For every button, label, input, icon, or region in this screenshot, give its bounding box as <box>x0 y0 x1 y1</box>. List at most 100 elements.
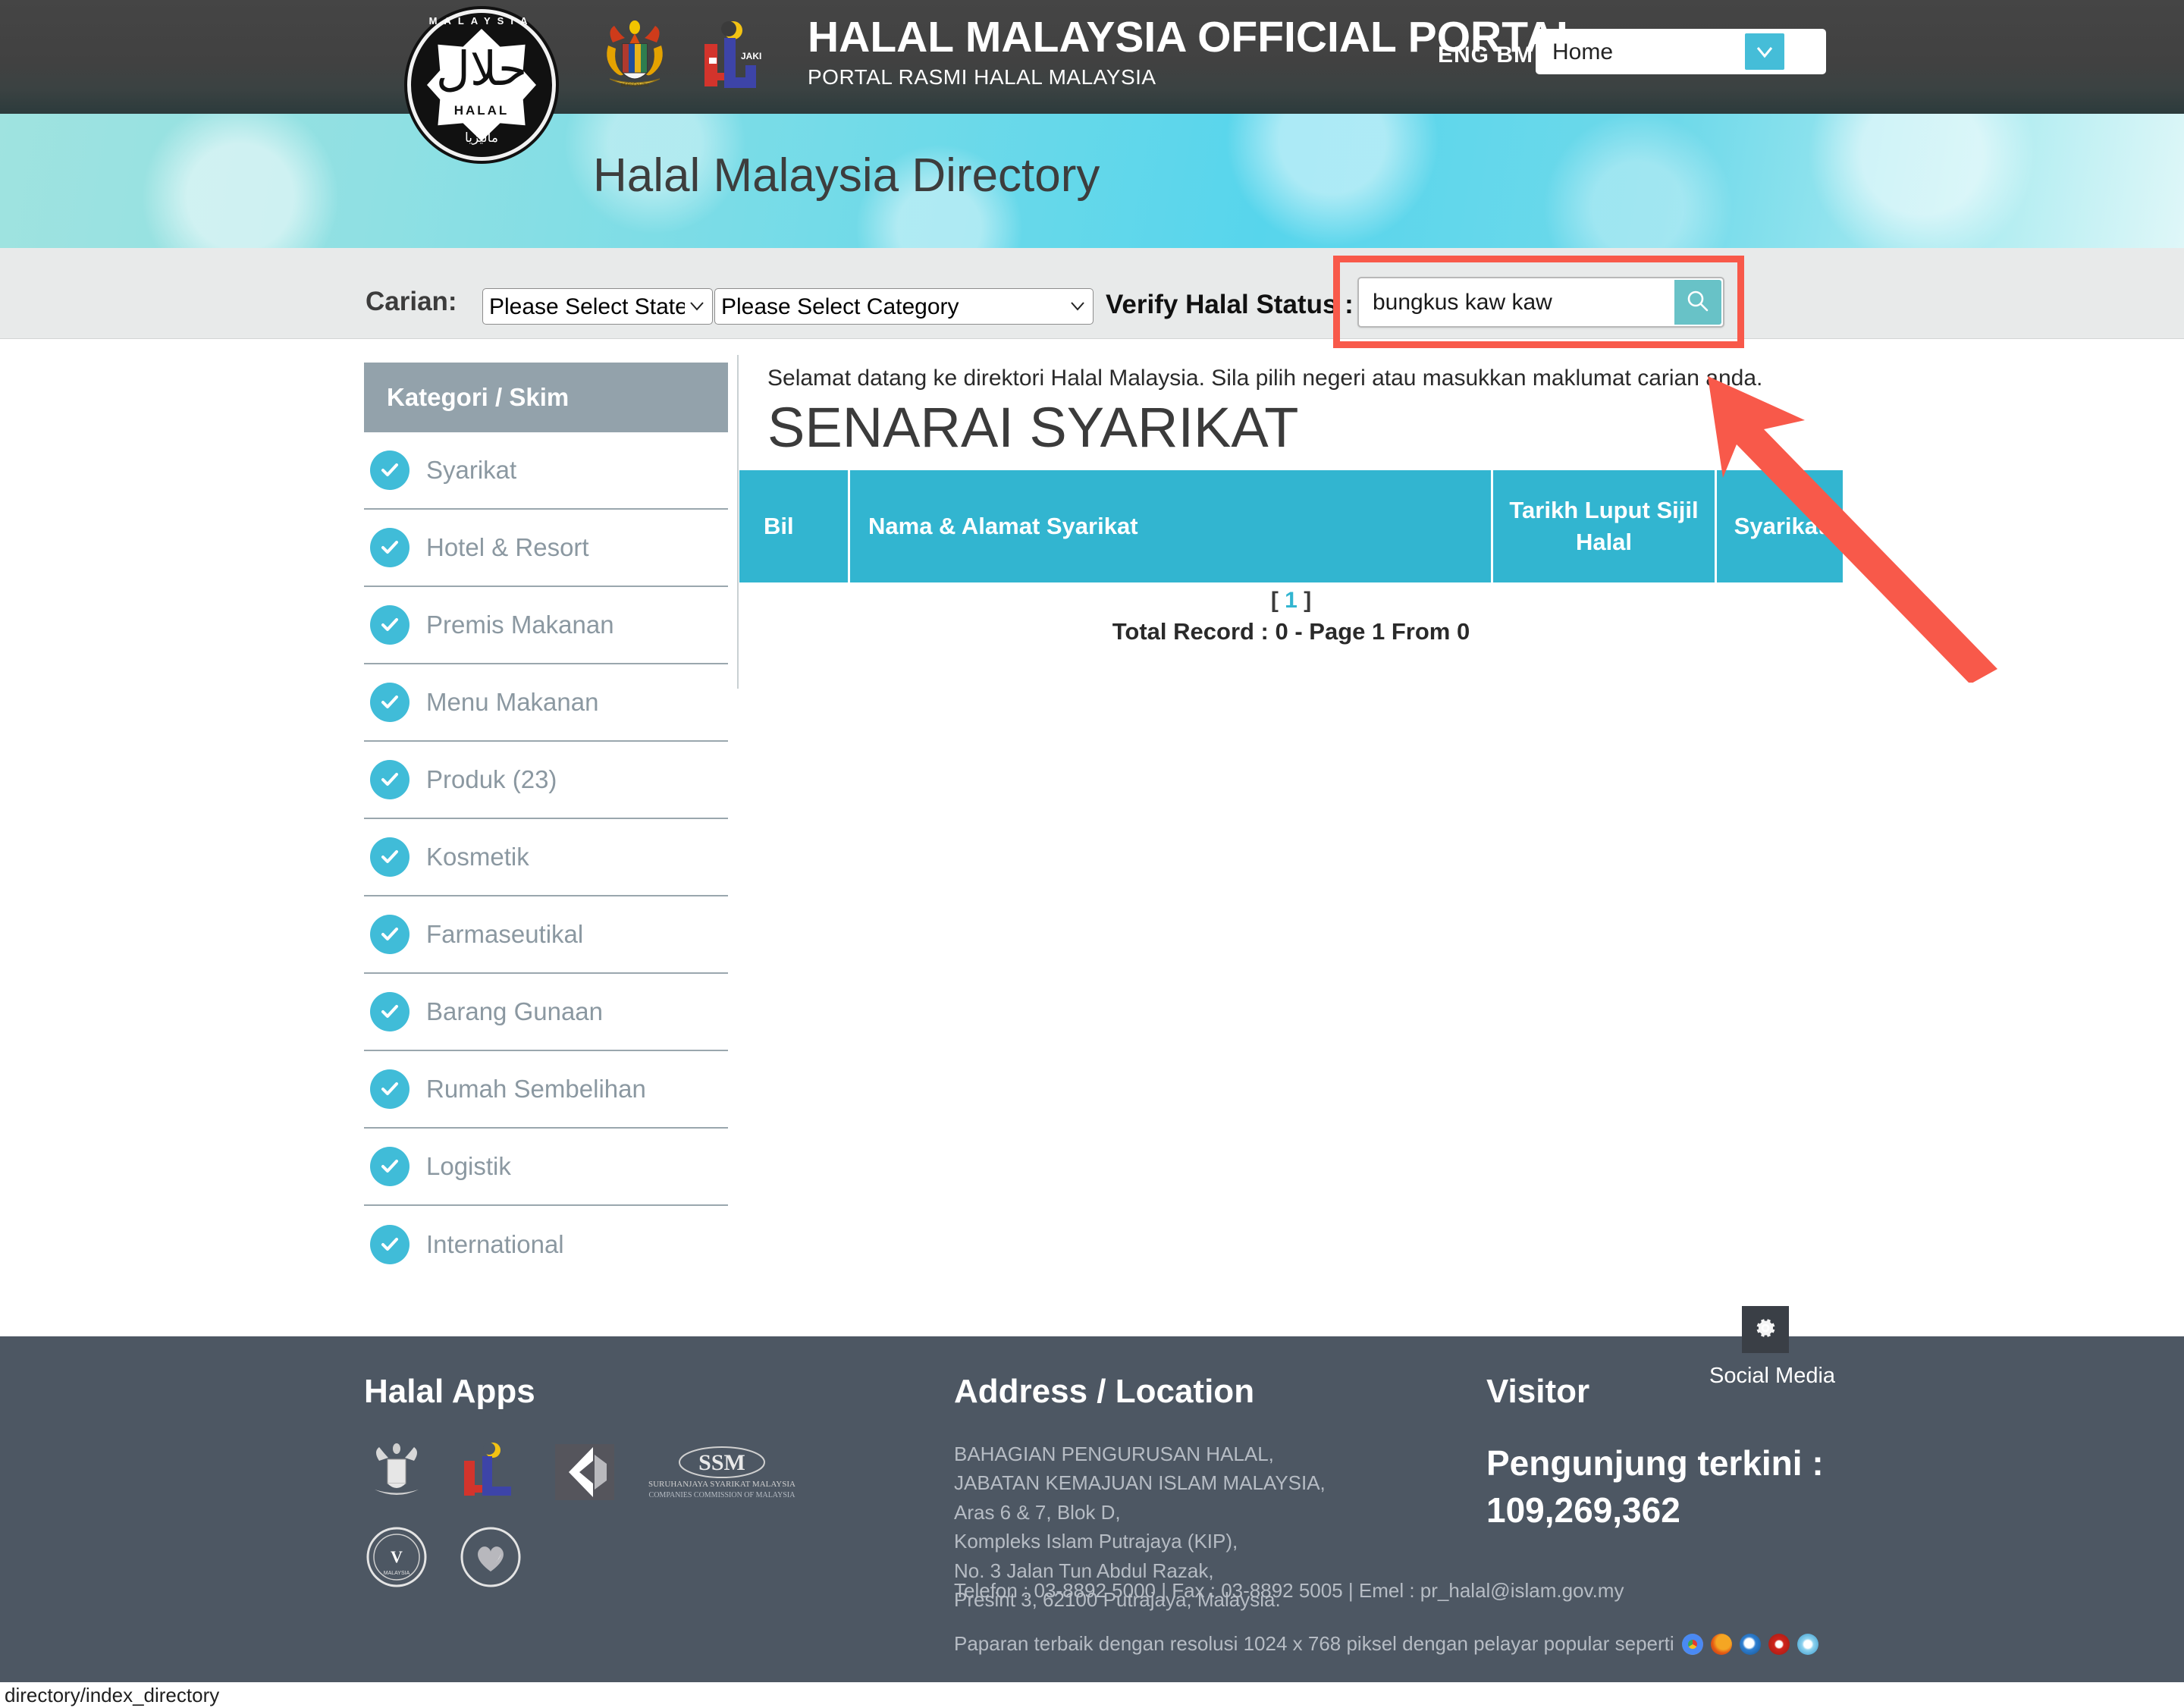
check-circle-icon <box>370 1225 410 1264</box>
total-record-summary: Total Record : 0 - Page 1 From 0 <box>1112 618 1470 645</box>
welcome-message: Selamat datang ke direktori Halal Malays… <box>767 366 1763 391</box>
svg-text:JAKIM: JAKIM <box>741 51 762 61</box>
main-nav-dropdown[interactable]: Home <box>1536 29 1826 74</box>
sidebar-item-label: Logistik <box>426 1152 511 1180</box>
chrome-icon <box>1681 1633 1703 1655</box>
myeg-icon[interactable] <box>552 1440 617 1505</box>
sidebar-item-barang-gunaan[interactable]: Barang Gunaan <box>364 974 728 1051</box>
social-media-settings-button[interactable] <box>1742 1306 1789 1353</box>
state-select-wrap[interactable]: Please Select State <box>482 288 713 325</box>
sidebar-item-label: Rumah Sembelihan <box>426 1075 646 1103</box>
jakim-icon[interactable] <box>458 1440 523 1505</box>
gear-icon <box>1753 1315 1778 1345</box>
sidebar-item-farmaseutikal[interactable]: Farmaseutikal <box>364 896 728 974</box>
check-circle-icon <box>370 992 410 1031</box>
search-field[interactable] <box>1357 277 1724 328</box>
check-circle-icon <box>370 915 410 954</box>
site-header: MALAYSIA حلال HALAL ماليزيا BERSEKUTU JA… <box>0 0 2184 161</box>
status-url: directory/index_directory <box>5 1683 220 1706</box>
browser-status-bar: directory/index_directory <box>0 1682 2184 1708</box>
sidebar-item-international[interactable]: International <box>364 1206 728 1283</box>
page-title: SENARAI SYARIKAT <box>767 396 1299 459</box>
visitor-count-value: 109,269,362 <box>1486 1490 1680 1531</box>
language-switcher[interactable]: ENG BM <box>1438 42 1533 68</box>
sidebar-item-logistik[interactable]: Logistik <box>364 1129 728 1206</box>
sidebar-item-menu-makanan[interactable]: Menu Makanan <box>364 664 728 742</box>
firefox-icon <box>1710 1633 1732 1655</box>
sidebar-item-rumah-sembelihan[interactable]: Rumah Sembelihan <box>364 1051 728 1129</box>
pager-bracket-open: [ <box>1270 588 1279 613</box>
pagination[interactable]: [ 1 ] <box>739 588 1843 614</box>
social-media-label: Social Media <box>1709 1364 1836 1388</box>
visitor-label: Pengunjung terkini : <box>1486 1443 1824 1483</box>
check-circle-icon <box>370 760 410 799</box>
sidebar-item-syarikat[interactable]: Syarikat <box>364 432 728 510</box>
sidebar-item-produk[interactable]: Produk (23) <box>364 742 728 819</box>
search-button[interactable] <box>1674 280 1721 325</box>
table-header-bil: Bil <box>739 470 848 582</box>
banner-title: Halal Malaysia Directory <box>593 149 1100 202</box>
carian-label: Carian: <box>366 287 457 316</box>
content-divider <box>737 355 739 689</box>
sidebar-item-label: Menu Makanan <box>426 688 599 716</box>
address-line-2: JABATAN KEMAJUAN ISLAM MALAYSIA, <box>954 1471 1326 1495</box>
logo-arabic-text: حلال <box>435 41 528 96</box>
category-select[interactable]: Please Select Category <box>714 288 1094 325</box>
sidebar-item-label: Barang Gunaan <box>426 997 604 1025</box>
search-input[interactable] <box>1359 278 1677 326</box>
svg-text:V: V <box>391 1547 403 1566</box>
svg-text:MALAYSIA: MALAYSIA <box>384 1571 410 1576</box>
sidebar-item-hotel-resort[interactable]: Hotel & Resort <box>364 510 728 587</box>
ssm-icon[interactable]: SSM SURUHANJAYA SYARIKAT MALAYSIA COMPAN… <box>646 1440 798 1505</box>
footer-visitor: Visitor Pengunjung terkini : 109,269,362 <box>1486 1373 1956 1534</box>
main-nav-dropdown-wrap[interactable]: Home <box>1536 29 1826 74</box>
ssm-line2: COMPANIES COMMISSION OF MALAYSIA <box>649 1491 796 1499</box>
check-circle-icon <box>370 1069 410 1109</box>
pager-page-1[interactable]: 1 <box>1285 588 1298 613</box>
footer-halal-apps: Halal Apps SSM SURUHANJAYA SYARIKAT MALA… <box>364 1373 925 1590</box>
sidebar-item-label: Hotel & Resort <box>426 533 589 561</box>
portal-subtitle: PORTAL RASMI HALAL MALAYSIA <box>808 64 1156 89</box>
state-select[interactable]: Please Select State <box>482 288 713 325</box>
logo-top-text: MALAYSIA <box>428 15 535 27</box>
footer-logo-row-1: SSM SURUHANJAYA SYARIKAT MALAYSIA COMPAN… <box>364 1440 925 1505</box>
svg-text:SSM: SSM <box>698 1450 745 1475</box>
footer-contact-line: Telefon : 03-8892 5000 | Fax : 03-8892 5… <box>954 1579 1624 1602</box>
sidebar-item-label: Kosmetik <box>426 843 529 871</box>
sidebar-item-label: Syarikat <box>426 456 517 484</box>
table-header-tarikh-luput: Tarikh Luput Sijil Halal <box>1493 470 1715 582</box>
logo-bottom-text: ماليزيا <box>465 130 498 146</box>
ssm-line1: SURUHANJAYA SYARIKAT MALAYSIA <box>648 1480 795 1489</box>
logo-halal-word: HALAL <box>453 103 510 118</box>
sidebar-heading: Kategori / Skim <box>364 363 728 432</box>
table-header-syarikat: Syarikat <box>1717 470 1843 582</box>
heart-hand-icon[interactable] <box>458 1524 523 1590</box>
footer-apps-title: Halal Apps <box>364 1373 535 1410</box>
category-sidebar: Kategori / Skim Syarikat Hotel & Resort … <box>364 363 728 1283</box>
jakim-logo-icon: JAKIM <box>701 18 769 102</box>
browser-note-text: Paparan terbaik dengan resolusi 1024 x 7… <box>954 1632 1674 1655</box>
footer-logo-row-2: V MALAYSIA <box>364 1524 925 1590</box>
lang-bm-link[interactable]: BM <box>1496 42 1533 68</box>
table-header-nama-alamat: Nama & Alamat Syarikat <box>850 470 1491 582</box>
jata-negara-crest-icon: BERSEKUTU <box>598 17 672 96</box>
jata-negara-icon[interactable] <box>364 1440 429 1505</box>
check-circle-icon <box>370 528 410 567</box>
check-circle-icon <box>370 451 410 490</box>
category-select-wrap[interactable]: Please Select Category <box>714 288 1094 325</box>
company-results-table: Bil Nama & Alamat Syarikat Tarikh Luput … <box>739 470 1843 582</box>
svg-text:BERSEKUTU: BERSEKUTU <box>621 83 649 88</box>
opera-icon <box>1768 1633 1790 1655</box>
sidebar-item-kosmetik[interactable]: Kosmetik <box>364 819 728 896</box>
veterinary-inspected-icon[interactable]: V MALAYSIA <box>364 1524 429 1590</box>
lang-eng-link[interactable]: ENG <box>1438 42 1489 68</box>
check-circle-icon <box>370 683 410 722</box>
sidebar-item-label: International <box>426 1230 564 1258</box>
check-circle-icon <box>370 837 410 877</box>
search-icon <box>1685 288 1711 316</box>
footer-address: Address / Location BAHAGIAN PENGURUSAN H… <box>954 1373 1485 1615</box>
sidebar-item-label: Produk (23) <box>426 765 557 793</box>
visitor-counter: Pengunjung terkini : 109,269,362 <box>1486 1440 1956 1534</box>
check-circle-icon <box>370 1147 410 1186</box>
sidebar-item-premis-makanan[interactable]: Premis Makanan <box>364 587 728 664</box>
